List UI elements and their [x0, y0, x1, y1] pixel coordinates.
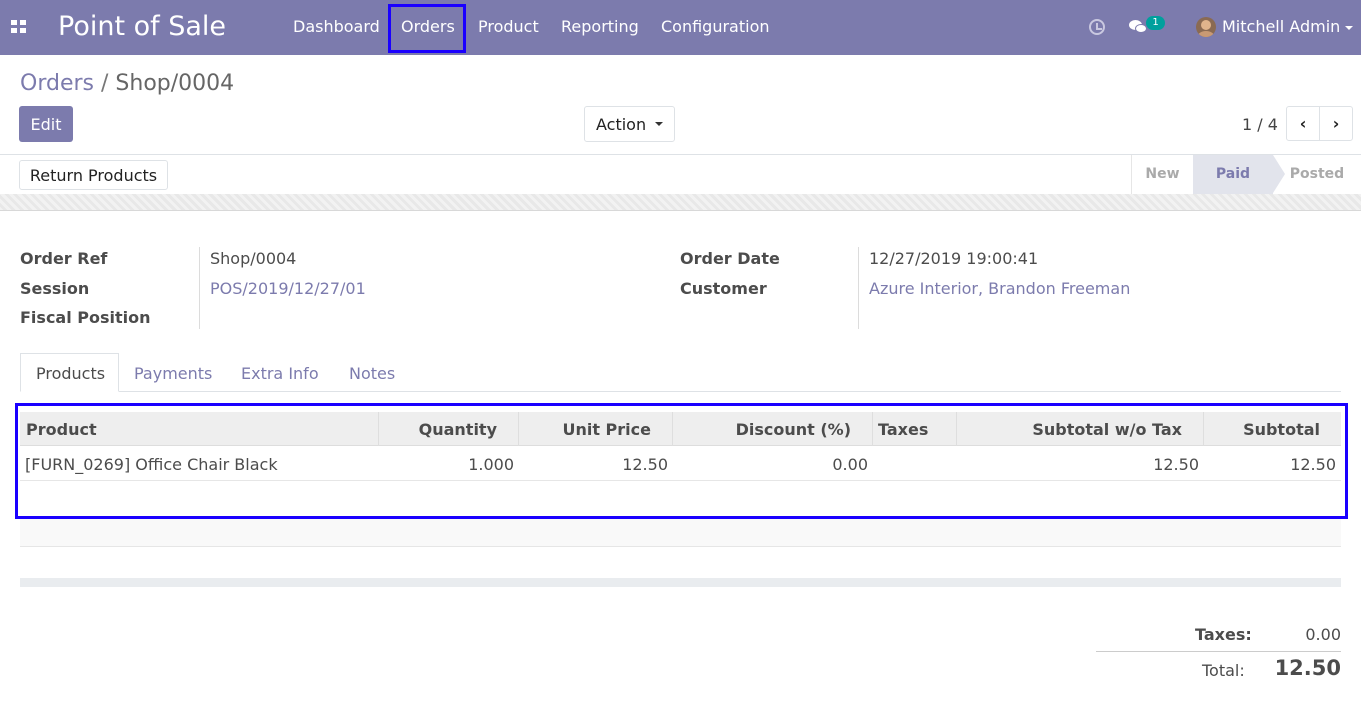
tab-extra-info[interactable]: Extra Info: [241, 364, 319, 383]
return-products-button[interactable]: Return Products: [19, 160, 168, 190]
pager-previous-button[interactable]: ‹: [1286, 106, 1320, 141]
user-avatar[interactable]: [1196, 17, 1216, 37]
status-posted[interactable]: Posted: [1273, 155, 1361, 194]
menu-product[interactable]: Product: [478, 17, 539, 36]
fiscal-position-label: Fiscal Position: [20, 308, 151, 327]
order-ref-value: Shop/0004: [210, 249, 297, 268]
order-ref-label: Order Ref: [20, 249, 108, 268]
tab-notes[interactable]: Notes: [349, 364, 395, 383]
tabs-baseline: [20, 391, 1341, 392]
chat-count-badge: 1: [1146, 16, 1165, 30]
empty-row: [20, 519, 1341, 547]
order-lines-highlight: [15, 403, 1348, 519]
totals-divider: [1096, 651, 1341, 652]
customer-label: Customer: [680, 279, 767, 298]
apps-grid-icon[interactable]: [11, 20, 27, 34]
breadcrumb-separator: /: [100, 71, 109, 96]
taxes-total-value: 0.00: [1305, 625, 1341, 644]
breadcrumb: Orders / Shop/0004: [20, 71, 234, 96]
chevron-left-icon: ‹: [1299, 114, 1307, 133]
taxes-total-label: Taxes:: [1195, 625, 1252, 644]
table-footer: [20, 578, 1341, 587]
edit-button[interactable]: Edit: [19, 106, 73, 142]
menu-reporting[interactable]: Reporting: [561, 17, 639, 36]
pager-next-button[interactable]: ›: [1319, 106, 1353, 141]
session-link[interactable]: POS/2019/12/27/01: [210, 279, 366, 298]
menu-dashboard[interactable]: Dashboard: [293, 17, 380, 36]
clock-icon[interactable]: [1089, 19, 1105, 35]
customer-link[interactable]: Azure Interior, Brandon Freeman: [869, 279, 1130, 298]
status-paid[interactable]: Paid: [1193, 155, 1273, 194]
orders-menu-highlight: [388, 4, 466, 53]
total-value: 12.50: [1274, 656, 1341, 680]
menu-configuration[interactable]: Configuration: [661, 17, 770, 36]
chevron-down-icon: [655, 122, 663, 126]
chevron-right-icon: ›: [1332, 114, 1340, 133]
status-new[interactable]: New: [1131, 155, 1193, 194]
tab-payments[interactable]: Payments: [134, 364, 212, 383]
app-brand: Point of Sale: [58, 11, 227, 42]
top-navbar: Point of Sale Dashboard Orders Product R…: [0, 0, 1361, 55]
session-label: Session: [20, 279, 90, 298]
field-separator: [858, 247, 859, 329]
breadcrumb-current: Shop/0004: [115, 71, 235, 96]
chevron-down-icon[interactable]: [1345, 26, 1353, 30]
pager-value[interactable]: 1 / 4: [1242, 115, 1278, 134]
breadcrumb-orders[interactable]: Orders: [20, 71, 94, 96]
sheet-background: [0, 194, 1361, 211]
field-separator: [199, 247, 200, 329]
chat-icon[interactable]: [1129, 19, 1147, 35]
tab-products[interactable]: Products: [20, 353, 119, 392]
order-date-label: Order Date: [680, 249, 780, 268]
user-menu[interactable]: Mitchell Admin: [1222, 17, 1340, 36]
status-bar: New Paid Posted: [1131, 155, 1361, 194]
order-date-value: 12/27/2019 19:00:41: [869, 249, 1039, 268]
total-label: Total:: [1202, 661, 1245, 680]
